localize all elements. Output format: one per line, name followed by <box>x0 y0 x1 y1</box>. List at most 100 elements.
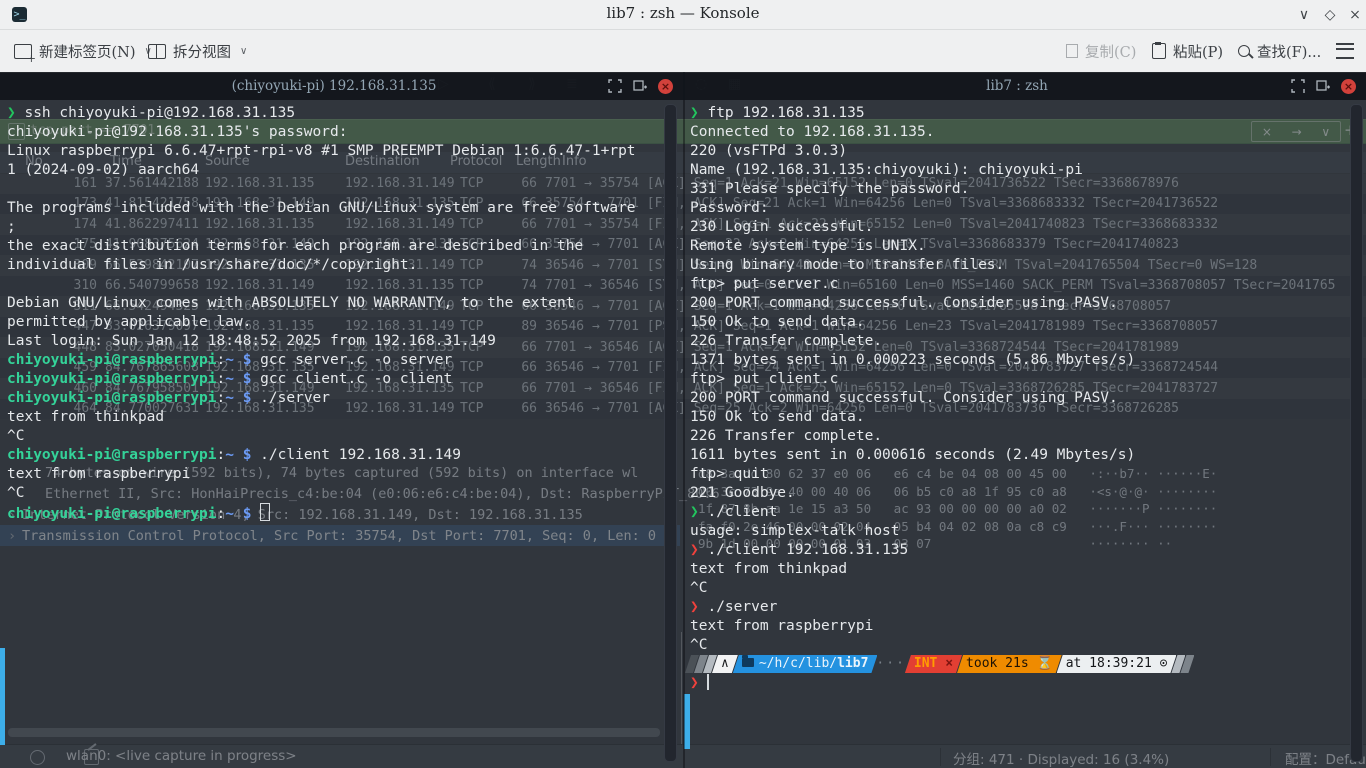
terminal-line: usage: simplex-talk host <box>690 522 1366 541</box>
terminal-line: text from thinkpad <box>690 560 1366 579</box>
pane-close-icon[interactable]: × <box>1341 79 1356 94</box>
pane-left-header[interactable]: (chiyoyuki-pi) 192.168.31.135 × <box>0 72 683 100</box>
terminal-left[interactable]: ❯ ssh chiyoyuki-pi@192.168.31.135 chiyoyu… <box>0 100 683 522</box>
terminal-line <box>7 180 683 199</box>
terminal-text: 230 Login successful. <box>690 219 873 235</box>
terminal-text: chiyoyuki-pi@raspberrypi <box>7 352 217 368</box>
terminal-line: ^C <box>7 427 683 446</box>
terminal-text: ftp> put client.c <box>690 371 838 387</box>
terminal-left-scrollbar[interactable] <box>664 104 677 762</box>
terminal-line: chiyoyuki-pi@192.168.31.135's password: <box>7 123 683 142</box>
pane-right-header[interactable]: lib7 : zsh × <box>683 72 1366 100</box>
powerline-fill-dots: ··· <box>872 655 909 673</box>
copy-button[interactable]: 复制(C) <box>1066 30 1136 72</box>
menu-button[interactable] <box>1336 30 1354 72</box>
terminal-line: Last login: Sun Jan 12 18:48:52 2025 fro… <box>7 332 683 351</box>
powerline-segment: at 18:39:21 ⊙ <box>1057 655 1177 673</box>
window-minimize-icon[interactable]: ∨ <box>1294 5 1314 25</box>
terminal-text: ftp> quit <box>690 466 769 482</box>
window-maximize-icon[interactable]: ◇ <box>1320 5 1340 25</box>
powerline-segment: took 21s ⌛ <box>957 655 1062 673</box>
terminal-text: : <box>217 371 226 387</box>
terminal-line: ftp> put server.c <box>690 275 1366 294</box>
terminal-text: gcc client.c -o client <box>251 371 452 387</box>
terminal-text: ❯ <box>690 675 707 691</box>
pane-split-icon[interactable] <box>633 79 647 93</box>
terminal-text: 331 Please specify the password. <box>690 181 969 197</box>
split-view-label: 拆分视图 <box>173 41 231 62</box>
terminal-text: usage: simplex-talk host <box>690 523 900 539</box>
terminal-text: Using binary mode to transfer files. <box>690 257 1004 273</box>
terminal-right[interactable]: ❯ ftp 192.168.31.135Connected to 192.168… <box>683 100 1366 693</box>
powerline-segment: INT × <box>905 655 962 673</box>
hamburger-icon <box>1336 43 1354 59</box>
terminal-line: 220 (vsFTPd 3.0.3) <box>690 142 1366 161</box>
terminal-text: Name (192.168.31.135:chiyoyuki): chiyoyu… <box>690 162 1083 178</box>
terminal-text: 200 PORT command successful. Consider us… <box>690 295 1118 311</box>
path-prefix: ~/h/c/lib/ <box>759 656 837 671</box>
split-view-icon <box>148 44 166 59</box>
pane-split-icon[interactable] <box>1316 79 1330 93</box>
terminal-text: Connected to 192.168.31.135. <box>690 124 934 140</box>
terminal-line: The programs included with the Debian GN… <box>7 199 683 218</box>
terminal-text: ~ $ <box>225 352 251 368</box>
window-title: lib7 : zsh — Konsole <box>0 4 1366 22</box>
terminal-line: ; <box>7 218 683 237</box>
terminal-text: chiyoyuki-pi@raspberrypi <box>7 447 217 463</box>
terminal-line: ftp> put client.c <box>690 370 1366 389</box>
paste-button[interactable]: 粘贴(P) <box>1152 30 1223 72</box>
terminal-text: 1371 bytes sent in 0.000223 seconds (5.8… <box>690 352 1135 368</box>
error-x-icon: × <box>945 656 953 671</box>
split-view-caret-icon[interactable]: ∨ <box>240 46 247 57</box>
terminal-line: ❯ ftp 192.168.31.135 <box>690 104 1366 123</box>
terminal-pane-right[interactable]: lib7 : zsh × ❯ ftp 192.168.31.135Connect… <box>683 72 1366 768</box>
terminal-text: chiyoyuki-pi@raspberrypi <box>7 506 217 522</box>
terminal-text: ❯ <box>690 542 707 558</box>
find-button[interactable]: 查找(F)... <box>1238 30 1321 72</box>
terminal-text: : <box>217 506 226 522</box>
terminal-text: ./client 192.168.31.149 <box>251 447 461 463</box>
terminal-text: chiyoyuki-pi@192.168.31.135's password: <box>7 124 347 140</box>
terminal-text: chiyoyuki-pi@raspberrypi <box>7 371 217 387</box>
terminal-text: Password: <box>690 200 769 216</box>
new-tab-button[interactable]: 新建标签页(N) ∨ <box>14 30 152 72</box>
terminal-text: ^C <box>690 637 707 653</box>
terminal-line: 221 Goodbye. <box>690 484 1366 503</box>
terminal-text: ftp 192.168.31.135 <box>707 105 864 121</box>
terminal-line: 226 Transfer complete. <box>690 427 1366 446</box>
terminal-text: Linux raspberrypi 6.6.47+rpt-rpi-v8 #1 S… <box>7 143 636 159</box>
terminal-line: chiyoyuki-pi@raspberrypi:~ $ ./client 19… <box>7 446 683 465</box>
new-tab-label: 新建标签页(N) <box>39 41 136 62</box>
terminal-line: 200 PORT command successful. Consider us… <box>690 294 1366 313</box>
terminal-line: Remote system type is UNIX. <box>690 237 1366 256</box>
terminal-text <box>251 506 260 522</box>
terminal-line <box>7 275 683 294</box>
terminal-line: permitted by applicable law. <box>7 313 683 332</box>
terminal-text: 220 (vsFTPd 3.0.3) <box>690 143 847 159</box>
terminal-text: 226 Transfer complete. <box>690 428 882 444</box>
terminal-text: ❯ <box>690 504 707 520</box>
terminal-line: text from raspberrypi <box>690 617 1366 636</box>
toolbar: 新建标签页(N) ∨ 拆分视图 ∨ 复制(C) 粘贴(P) 查找(F)... <box>0 30 1366 73</box>
terminal-text: text from thinkpad <box>690 561 847 577</box>
pane-maximize-icon[interactable] <box>1291 79 1305 93</box>
terminal-text: : <box>217 390 226 406</box>
window-close-icon[interactable]: × <box>1345 5 1365 25</box>
terminal-line: ^C <box>690 636 1366 655</box>
terminal-text: Debian GNU/Linux comes with ABSOLUTELY N… <box>7 295 574 311</box>
pane-maximize-icon[interactable] <box>608 79 622 93</box>
pane-left-title: (chiyoyuki-pi) 192.168.31.135 <box>0 78 608 94</box>
terminal-text: ❯ <box>7 105 24 121</box>
split-view-button[interactable]: 拆分视图 ∨ <box>148 30 247 72</box>
terminal-line: Using binary mode to transfer files. <box>690 256 1366 275</box>
copy-label: 复制(C) <box>1085 41 1136 62</box>
terminal-pane-left[interactable]: (chiyoyuki-pi) 192.168.31.135 × ❯ ssh ch… <box>0 72 685 768</box>
terminal-line: chiyoyuki-pi@raspberrypi:~ $ ./server <box>7 389 683 408</box>
terminal-text: 1 (2024-09-02) aarch64 <box>7 162 199 178</box>
pane-close-icon[interactable]: × <box>658 79 673 94</box>
terminal-text: ssh chiyoyuki-pi@192.168.31.135 <box>24 105 295 121</box>
terminal-line: 331 Please specify the password. <box>690 180 1366 199</box>
window-titlebar[interactable]: >_ lib7 : zsh — Konsole ∨ ◇ × <box>0 0 1366 30</box>
terminal-line: chiyoyuki-pi@raspberrypi:~ $ gcc server.… <box>7 351 683 370</box>
terminal-right-scrollbar[interactable] <box>1350 104 1363 762</box>
